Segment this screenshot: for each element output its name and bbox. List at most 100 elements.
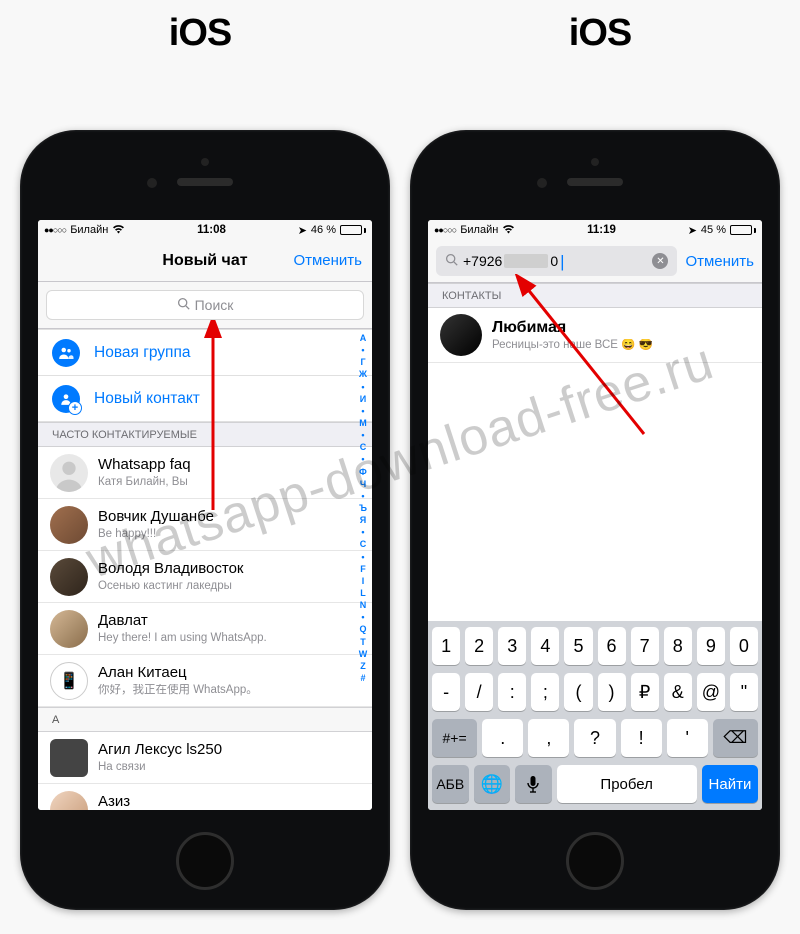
clear-search-button[interactable]: ✕ [652, 253, 668, 269]
keyboard-key[interactable]: 5 [564, 627, 592, 665]
add-contact-icon [52, 385, 80, 413]
avatar [50, 454, 88, 492]
keyboard-key[interactable]: 8 [664, 627, 692, 665]
clock-label: 11:19 [587, 224, 616, 236]
search-bar: Поиск [38, 282, 372, 329]
contact-name: Агил Лексус ls250 [98, 741, 358, 759]
contact-name: Володя Владивосток [98, 560, 358, 578]
contact-row[interactable]: Любимая Ресницы-это наше ВСЁ 😄 😎 [428, 308, 762, 363]
keyboard-key[interactable]: ( [564, 673, 592, 711]
screen-right: ●●○○○ Билайн 11:19 ➤ 45 % [428, 220, 762, 810]
contact-status: 你好，我正在使用 WhatsApp。 [98, 684, 358, 698]
contact-row[interactable]: Володя Владивосток Осенью кастинг лакедр… [38, 551, 372, 603]
wifi-icon [112, 224, 125, 237]
contact-name: Азиз [98, 793, 358, 810]
keyboard-key[interactable]: 4 [531, 627, 559, 665]
os-badge-left: iOS [140, 8, 260, 55]
search-input[interactable]: +79260| ✕ [436, 246, 677, 276]
section-header-frequent: ЧАСТО КОНТАКТИРУЕМЫЕ [38, 422, 372, 447]
keyboard-symbols-key[interactable]: #+= [432, 719, 477, 757]
search-icon [177, 297, 190, 313]
contact-status: На связи [98, 761, 358, 775]
keyboard-key[interactable]: ; [531, 673, 559, 711]
status-bar: ●●○○○ Билайн 11:08 ➤ 46 % [38, 220, 372, 240]
keyboard-key[interactable]: ! [621, 719, 662, 757]
search-bar: +79260| ✕ Отменить [428, 240, 762, 283]
keyboard-key[interactable]: 3 [498, 627, 526, 665]
contact-status: Be happy!!! [98, 528, 358, 542]
keyboard-key[interactable]: ) [598, 673, 626, 711]
carrier-label: Билайн [70, 224, 108, 236]
cancel-button[interactable]: Отменить [293, 252, 362, 269]
signal-icon: ●●○○○ [434, 225, 456, 235]
contact-row[interactable]: Давлат Hey there! I am using WhatsApp. [38, 603, 372, 655]
avatar [440, 314, 482, 356]
nav-bar: Новый чат Отменить [38, 240, 372, 282]
battery-pct-label: 45 % [701, 224, 726, 236]
keyboard-globe-key[interactable]: 🌐 [474, 765, 511, 803]
keyboard-key[interactable]: 7 [631, 627, 659, 665]
keyboard-key[interactable]: 1 [432, 627, 460, 665]
ios-label: iOS [540, 12, 660, 55]
keyboard-mode-key[interactable]: АБВ [432, 765, 469, 803]
ios-label: iOS [140, 12, 260, 55]
section-header-contacts: КОНТАКТЫ [428, 283, 762, 308]
keyboard-key[interactable]: 2 [465, 627, 493, 665]
phone-left: ●●○○○ Билайн 11:08 ➤ 46 % Новый чат Отме… [20, 130, 390, 910]
contact-status: Катя Билайн, Вы [98, 476, 358, 490]
contact-name: Вовчик Душанбе [98, 508, 358, 526]
keyboard-key[interactable]: @ [697, 673, 725, 711]
keyboard-key[interactable]: / [465, 673, 493, 711]
contact-status: Осенью кастинг лакедры [98, 580, 358, 594]
screen-left: ●●○○○ Билайн 11:08 ➤ 46 % Новый чат Отме… [38, 220, 372, 810]
cancel-button[interactable]: Отменить [685, 253, 754, 270]
new-group-button[interactable]: Новая группа [38, 329, 372, 375]
keyboard-key[interactable]: 9 [697, 627, 725, 665]
keyboard-key[interactable]: - [432, 673, 460, 711]
wifi-icon [502, 224, 515, 237]
new-contact-button[interactable]: Новый контакт [38, 375, 372, 421]
contact-name: Любимая [492, 318, 748, 337]
contact-row[interactable]: 📱 Алан Китаец 你好，我正在使用 WhatsApp。 [38, 655, 372, 707]
contact-row[interactable]: Агил Лексус ls250 На связи [38, 732, 372, 784]
avatar [50, 558, 88, 596]
signal-icon: ●●○○○ [44, 225, 66, 235]
search-input[interactable]: Поиск [46, 290, 364, 320]
page-title: Новый чат [162, 252, 247, 270]
new-contact-label: Новый контакт [94, 390, 200, 408]
keyboard-key[interactable]: " [730, 673, 758, 711]
location-icon: ➤ [298, 224, 307, 237]
search-value: +79260| [463, 253, 643, 270]
section-header-a: A [38, 707, 372, 732]
keyboard-key[interactable]: , [528, 719, 569, 757]
home-button[interactable] [176, 832, 234, 890]
keyboard-key[interactable]: & [664, 673, 692, 711]
keyboard-key[interactable]: . [482, 719, 523, 757]
home-button[interactable] [566, 832, 624, 890]
avatar [50, 739, 88, 777]
keyboard-mic-key[interactable] [515, 765, 552, 803]
keyboard-key[interactable]: ? [574, 719, 615, 757]
keyboard-key[interactable]: 6 [598, 627, 626, 665]
contact-row[interactable]: Whatsapp faq Катя Билайн, Вы [38, 447, 372, 499]
redacted-span [504, 254, 548, 268]
keyboard-space-key[interactable]: Пробел [557, 765, 697, 803]
keyboard-key[interactable]: ₽ [631, 673, 659, 711]
contact-row[interactable]: Азиз cpp-lab.ru [38, 784, 372, 810]
status-bar: ●●○○○ Билайн 11:19 ➤ 45 % [428, 220, 762, 240]
contact-name: Давлат [98, 612, 358, 630]
battery-icon [340, 225, 366, 235]
contact-row[interactable]: Вовчик Душанбе Be happy!!! [38, 499, 372, 551]
text-cursor-icon: | [560, 253, 564, 270]
contact-name: Whatsapp faq [98, 456, 358, 474]
avatar: 📱 [50, 662, 88, 700]
battery-pct-label: 46 % [311, 224, 336, 236]
keyboard-find-key[interactable]: Найти [702, 765, 758, 803]
keyboard-backspace-key[interactable]: ⌫ [713, 719, 758, 757]
keyboard-key[interactable]: ' [667, 719, 708, 757]
new-group-label: Новая группа [94, 344, 190, 362]
keyboard-key[interactable]: 0 [730, 627, 758, 665]
keyboard-key[interactable]: : [498, 673, 526, 711]
avatar [50, 791, 88, 811]
avatar [50, 506, 88, 544]
